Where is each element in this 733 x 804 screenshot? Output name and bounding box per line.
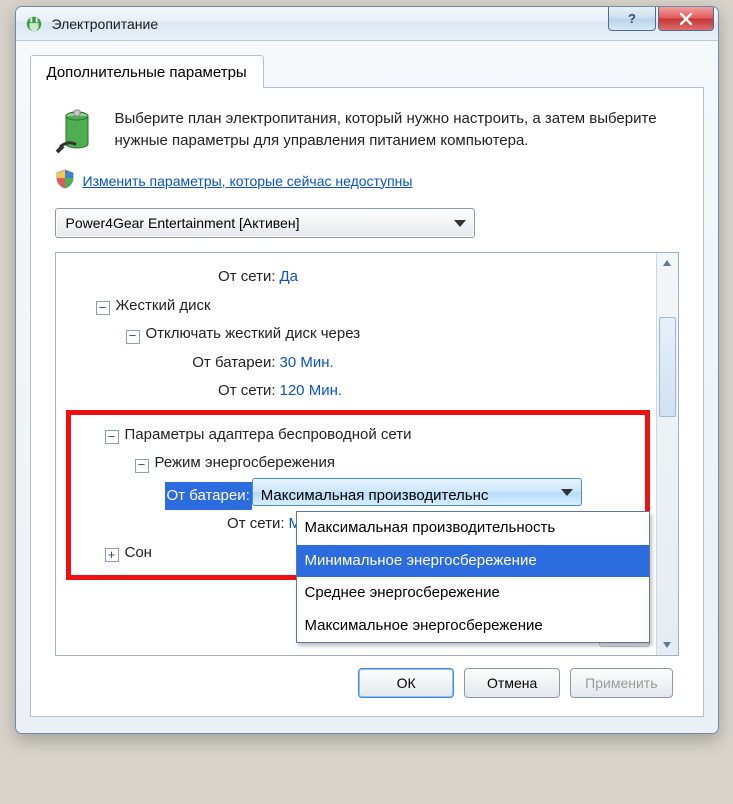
titlebar[interactable]: Электропитание ?	[16, 7, 718, 41]
apply-button[interactable]: Применить	[570, 668, 672, 698]
dropdown-item[interactable]: Среднее энергосбережение	[297, 577, 649, 610]
scrollbar[interactable]	[656, 253, 678, 655]
hdd-label: Жесткий диск	[116, 292, 211, 321]
tab-header: Дополнительные параметры	[30, 55, 704, 88]
tab-advanced[interactable]: Дополнительные параметры	[30, 55, 264, 88]
hdd-turnoff-label: Отключать жесткий диск через	[146, 320, 361, 349]
hdd-on-battery-row[interactable]: От батареи: 30 Мин.	[66, 349, 650, 378]
collapse-icon[interactable]: −	[96, 301, 110, 315]
collapse-icon[interactable]: −	[126, 330, 140, 344]
ok-button[interactable]: ОК	[358, 668, 454, 698]
on-ac-label: От сети:	[156, 263, 276, 292]
uac-link-row: Изменить параметры, которые сейчас недос…	[55, 169, 679, 192]
plan-select-value: Power4Gear Entertainment [Активен]	[66, 215, 300, 231]
uac-change-link[interactable]: Изменить параметры, которые сейчас недос…	[83, 173, 413, 189]
wifi-on-battery-row[interactable]: От батареи: Максимальная производительнс	[75, 478, 641, 511]
dropdown-item[interactable]: Максимальная производительность	[297, 512, 649, 545]
dialog-buttons: ОК Отмена Применить	[55, 656, 679, 700]
scroll-track[interactable]	[657, 273, 678, 635]
collapse-icon[interactable]: −	[105, 430, 119, 444]
dropdown-item[interactable]: Максимальное энергосбережение	[297, 610, 649, 643]
help-button[interactable]: ?	[608, 7, 656, 31]
settings-tree: От сети: Да − Жесткий диск − Отключать ж…	[55, 252, 679, 656]
hdd-on-ac-row[interactable]: От сети: 120 Мин.	[66, 377, 650, 406]
dropdown-item[interactable]: Минимальное энергосбережение	[297, 545, 649, 578]
battery-icon	[55, 108, 99, 159]
chevron-down-icon	[454, 220, 466, 227]
wifi-on-battery-combo[interactable]: Максимальная производительнс	[252, 478, 582, 506]
svg-text:?: ?	[628, 11, 636, 26]
cancel-button[interactable]: Отмена	[464, 668, 560, 698]
tree-node-hdd[interactable]: − Жесткий диск	[66, 292, 650, 321]
plan-select[interactable]: Power4Gear Entertainment [Активен]	[55, 208, 475, 238]
wifi-battery-dropdown[interactable]: Максимальная производительностьМинимальн…	[296, 511, 650, 643]
tab-panel: Выберите план электропитания, который ну…	[30, 88, 704, 717]
power-plug-icon	[24, 14, 44, 34]
scroll-up-button[interactable]	[657, 253, 678, 273]
intro: Выберите план электропитания, который ну…	[55, 108, 679, 159]
scroll-thumb[interactable]	[659, 317, 676, 417]
scroll-down-button[interactable]	[657, 635, 678, 655]
collapse-icon[interactable]: −	[135, 459, 149, 473]
setting-on-ac-row[interactable]: От сети: Да	[66, 263, 650, 292]
dialog-window: Электропитание ? Дополнительные параметр…	[15, 6, 719, 734]
client-area: Дополнительные параметры Выберите план э…	[16, 41, 718, 733]
close-button[interactable]	[658, 7, 714, 31]
tree-node-wifi[interactable]: − Параметры адаптера беспроводной сети	[75, 421, 641, 450]
expand-icon[interactable]: +	[105, 548, 119, 562]
shield-icon	[55, 169, 75, 192]
tree-node-wifi-powersave[interactable]: − Режим энергосбережения	[75, 449, 641, 478]
on-ac-value[interactable]: Да	[280, 263, 299, 292]
intro-text: Выберите план электропитания, который ну…	[115, 108, 679, 159]
chevron-down-icon	[561, 489, 573, 496]
window-title: Электропитание	[52, 16, 159, 32]
tree-node-hdd-turnoff[interactable]: − Отключать жесткий диск через	[66, 320, 650, 349]
